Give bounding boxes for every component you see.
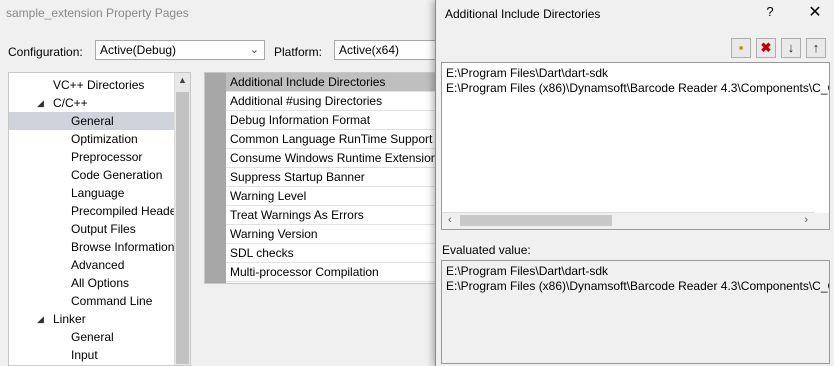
tree-item-linker-input[interactable]: Input [71,346,98,364]
evaluated-value-label: Evaluated value: [442,243,531,257]
tree-item-all-options[interactable]: All Options [71,274,129,292]
grid-row[interactable]: Consume Windows Runtime Extension [226,149,435,168]
new-line-button[interactable]: ▪ [731,38,751,58]
platform-label: Platform: [274,45,323,59]
expanded-arrow-icon[interactable]: ◢ [37,98,44,109]
scrollbar-thumb[interactable] [176,92,189,364]
grid-row[interactable]: Multi-processor Compilation [226,263,435,282]
grid-row[interactable]: SDL checks [226,244,435,263]
grid-row[interactable]: Treat Warnings As Errors [226,206,435,225]
scroll-up-arrow-icon[interactable]: ▲ [178,75,187,85]
folder-new-icon: ▪ [738,40,744,55]
evaluated-line: E:\Program Files\Dart\dart-sdk [446,264,609,278]
move-up-button[interactable]: ↑ [806,38,826,58]
platform-value: Active(x64) [339,43,400,57]
move-down-button[interactable]: ↓ [781,38,801,58]
platform-dropdown[interactable]: Active(x64) [334,40,444,60]
expanded-arrow-icon[interactable]: ◢ [37,314,44,325]
tree-item-vc-directories[interactable]: VC++ Directories [53,76,144,94]
dialog-title: Additional Include Directories [445,7,601,21]
tree-item-command-line[interactable]: Command Line [71,292,152,310]
arrow-down-icon: ↓ [787,40,795,55]
grid-row[interactable]: Warning Version [226,225,435,244]
scroll-left-icon[interactable]: ‹ [448,214,452,226]
property-grid[interactable]: Additional Include Directories Additiona… [204,72,436,284]
directories-list[interactable]: E:\Program Files\Dart\dart-sdk E:\Progra… [441,62,830,230]
grid-row[interactable]: Warning Level [226,187,435,206]
delete-icon: ✖ [760,40,772,55]
list-item[interactable]: E:\Program Files (x86)\Dynamsoft\Barcode… [446,81,829,95]
scrollbar-corner [813,213,829,229]
scrollbar-thumb[interactable] [460,215,612,226]
tree-item-advanced[interactable]: Advanced [71,256,124,274]
property-tree[interactable]: VC++ Directories ◢ C/C++ General Optimiz… [8,72,191,366]
arrow-up-icon: ↑ [812,40,820,55]
configuration-label: Configuration: [8,45,83,59]
tree-item-optimization[interactable]: Optimization [71,130,138,148]
tree-item-linker-general[interactable]: General [71,328,114,346]
tree-item-output-files[interactable]: Output Files [71,220,136,238]
scroll-right-icon[interactable]: › [804,214,808,226]
delete-button[interactable]: ✖ [756,38,776,58]
list-item[interactable]: E:\Program Files\Dart\dart-sdk [446,66,608,80]
tree-item-code-generation[interactable]: Code Generation [71,166,162,184]
tree-item-preprocessor[interactable]: Preprocessor [71,148,142,166]
window-title: sample_extension Property Pages [6,6,189,20]
tree-item-linker[interactable]: Linker [53,310,86,328]
grid-row[interactable]: Additional Include Directories [226,73,435,92]
close-button[interactable]: ✕ [804,2,826,24]
tree-item-precompiled-headers[interactable]: Precompiled Heade [71,202,176,220]
chevron-down-icon: ⌄ [249,44,259,56]
grid-row[interactable]: Debug Information Format [226,111,435,130]
grid-row[interactable]: Suppress Startup Banner [226,168,435,187]
grid-margin [205,73,226,283]
horizontal-scrollbar[interactable]: ‹ › [442,212,814,229]
grid-row[interactable]: Common Language RunTime Support [226,130,435,149]
configuration-value: Active(Debug) [100,43,177,57]
tree-item-language[interactable]: Language [71,184,124,202]
evaluated-value-box: E:\Program Files\Dart\dart-sdk E:\Progra… [441,260,830,364]
include-directories-dialog: Additional Include Directories ? ✕ ▪ ✖ ↓… [435,0,834,366]
tree-scrollbar[interactable]: ▲ [174,73,190,365]
tree-item-browse-information[interactable]: Browse Information [71,238,174,256]
configuration-dropdown[interactable]: Active(Debug) ⌄ [95,40,265,60]
tree-item-general[interactable]: General [9,112,176,130]
grid-row[interactable]: Additional #using Directories [226,92,435,111]
tree-item-c-cpp[interactable]: C/C++ [53,94,88,112]
help-button[interactable]: ? [761,4,779,22]
evaluated-line: E:\Program Files (x86)\Dynamsoft\Barcode… [446,279,829,293]
